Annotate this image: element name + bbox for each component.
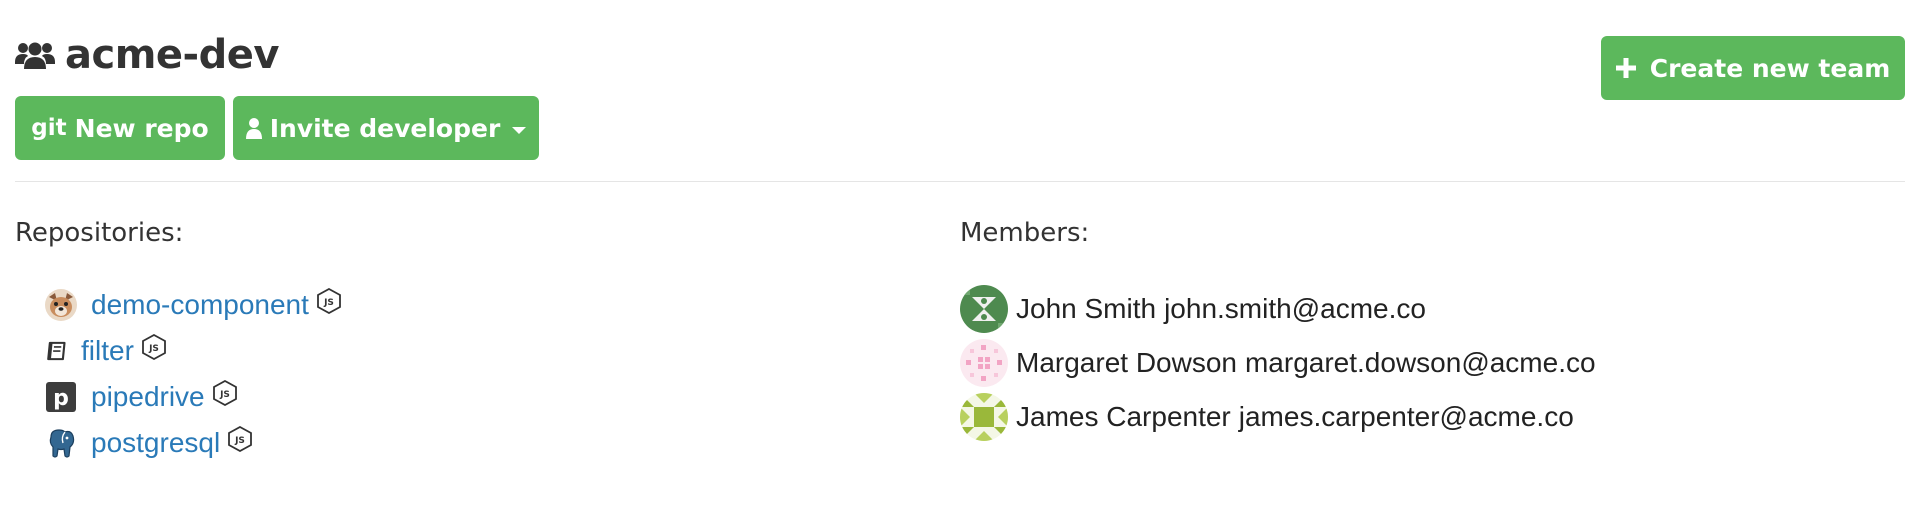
member-list: John Smith john.smith@acme.co Margaret D… [960,282,1596,444]
avatar [960,393,1008,441]
nodejs-icon: JS [317,288,341,314]
list-item: James Carpenter james.carpenter@acme.co [960,390,1596,444]
list-item: demo-component JS [45,282,341,328]
svg-text:JS: JS [323,298,334,308]
repositories-heading: Repositories: [15,218,184,248]
svg-text:JS: JS [219,390,230,400]
pipedrive-logo-icon: p [46,382,76,412]
users-icon [15,42,55,69]
nodejs-icon: JS [212,380,237,406]
nodejs-icon: JS [142,334,166,360]
divider [15,181,1905,182]
list-item: John Smith john.smith@acme.co [960,282,1596,336]
plus-icon [1615,58,1636,78]
postgresql-elephant-icon [49,429,75,458]
invite-developer-button[interactable]: Invite developer [233,96,539,160]
nodejs-icon: JS [228,426,253,452]
dog-avatar-icon [45,289,77,321]
new-repo-label: New repo [74,113,209,143]
team-header: acme-dev git New repo Invite developer C… [15,30,1905,162]
member-email: john.smith@acme.co [1164,293,1426,324]
create-new-team-button[interactable]: Create new team [1601,36,1905,100]
member-email: margaret.dowson@acme.co [1244,347,1596,378]
user-icon [245,118,262,139]
page-title: acme-dev [15,30,279,80]
avatar [960,339,1008,387]
create-new-team-label: Create new team [1649,53,1891,83]
list-item: filter JS [45,328,341,374]
svg-text:JS: JS [148,344,159,354]
svg-text:p: p [53,386,69,411]
new-repo-button[interactable]: git New repo [15,96,225,160]
member-name: John Smith [1016,293,1157,324]
repo-link[interactable]: filter [81,335,134,367]
member-name: James Carpenter [1016,401,1231,432]
book-icon [47,341,66,361]
avatar [960,285,1008,333]
repo-link[interactable]: demo-component [91,289,309,321]
list-item: p pipedrive JS [45,374,341,420]
member-name: Margaret Dowson [1016,347,1237,378]
git-label: git [31,115,67,141]
members-heading: Members: [960,218,1090,248]
repo-link[interactable]: postgresql [91,427,220,459]
repo-link[interactable]: pipedrive [91,381,205,413]
team-name: acme-dev [65,32,279,78]
invite-developer-label: Invite developer [269,113,501,143]
svg-text:JS: JS [234,436,245,446]
list-item: postgresql JS [45,420,341,466]
repository-list: demo-component JS filter JS p pipedrive … [45,282,341,466]
member-email: james.carpenter@acme.co [1238,401,1574,432]
chevron-down-icon [512,126,527,134]
list-item: Margaret Dowson margaret.dowson@acme.co [960,336,1596,390]
